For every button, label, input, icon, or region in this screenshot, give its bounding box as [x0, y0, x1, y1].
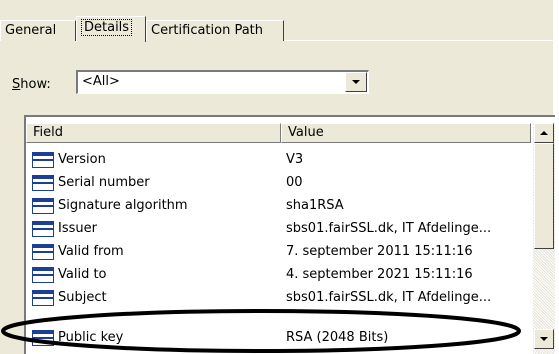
- field-name: Serial number: [58, 175, 150, 190]
- tab-general[interactable]: General: [0, 20, 76, 41]
- tab-certification-path[interactable]: Certification Path: [146, 20, 284, 41]
- field-value: 4. september 2021 15:11:16: [286, 267, 473, 282]
- tab-details[interactable]: Details: [76, 16, 146, 42]
- field-value: sbs01.fairSSL.dk, IT Afdelinge...: [286, 221, 492, 236]
- field-value: 00: [286, 175, 303, 190]
- arrow-up-icon: [540, 131, 548, 135]
- list-item[interactable]: Valid to 4. september 2021 15:11:16: [26, 264, 531, 286]
- list-item[interactable]: Valid from 7. september 2011 15:11:16: [26, 241, 531, 263]
- scrollbar-thumb[interactable]: [534, 143, 554, 249]
- tab-details-label: Details: [81, 19, 133, 36]
- column-header-field-label: Field: [33, 125, 64, 140]
- show-dropdown[interactable]: [76, 70, 369, 94]
- scroll-up-button[interactable]: [534, 123, 554, 143]
- field-name: Public key: [58, 330, 124, 345]
- field-name: Valid from: [58, 244, 124, 259]
- field-name: Issuer: [58, 221, 97, 236]
- field-value: sha1RSA: [286, 198, 344, 213]
- column-header-value-label: Value: [288, 125, 324, 140]
- tab-general-label: General: [5, 23, 57, 38]
- list-item[interactable]: Subject sbs01.fairSSL.dk, IT Afdelinge..…: [26, 287, 531, 309]
- column-header-value[interactable]: Value: [281, 123, 531, 143]
- list-item[interactable]: Public key RSA (2048 Bits): [26, 327, 531, 349]
- list-item[interactable]: Issuer sbs01.fairSSL.dk, IT Afdelinge...: [26, 218, 531, 240]
- field-name: Subject: [58, 290, 107, 305]
- list-item[interactable]: Version V3: [26, 149, 531, 171]
- tab-certification-path-label: Certification Path: [151, 23, 264, 38]
- column-header-field[interactable]: Field: [26, 123, 281, 143]
- field-value: RSA (2048 Bits): [286, 330, 389, 345]
- field-icon: [32, 198, 54, 214]
- field-name: Version: [58, 152, 106, 167]
- field-icon: [32, 267, 54, 283]
- show-label: Show:: [12, 76, 51, 94]
- field-icon: [32, 244, 54, 260]
- list-item[interactable]: Signature algorithm sha1RSA: [26, 195, 531, 217]
- field-icon: [32, 152, 54, 168]
- field-value: sbs01.fairSSL.dk, IT Afdelinge...: [286, 290, 492, 305]
- field-icon: [32, 221, 54, 237]
- list-item[interactable]: Serial number 00: [26, 172, 531, 194]
- scroll-down-button[interactable]: [534, 329, 554, 349]
- field-value: V3: [286, 152, 304, 167]
- field-icon: [32, 290, 54, 306]
- field-icon: [32, 330, 54, 346]
- show-dropdown-value: <All>: [82, 74, 120, 89]
- field-name: Signature algorithm: [58, 198, 188, 213]
- show-label-text: how:: [20, 77, 51, 92]
- arrow-down-icon: [540, 337, 548, 341]
- field-name: Valid to: [58, 267, 107, 282]
- show-dropdown-button[interactable]: [345, 72, 367, 92]
- chevron-down-icon: [352, 80, 360, 84]
- field-icon: [32, 175, 54, 191]
- field-value: 7. september 2011 15:11:16: [286, 244, 473, 259]
